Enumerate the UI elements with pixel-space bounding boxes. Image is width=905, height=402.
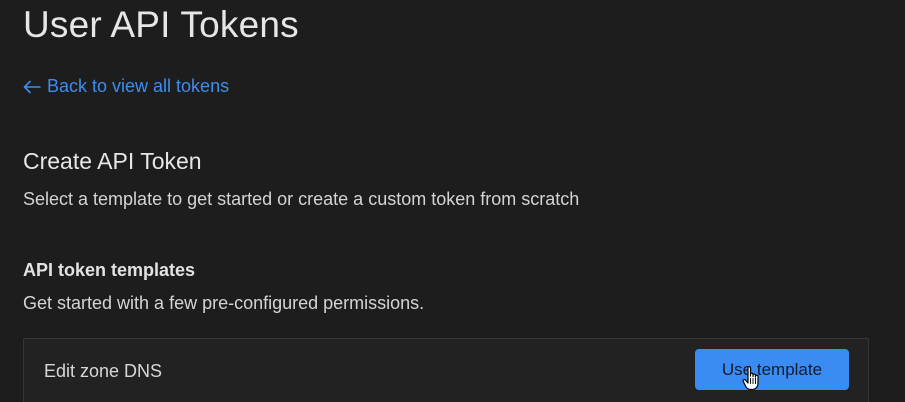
templates-title: API token templates — [23, 260, 196, 280]
template-name: Edit zone DNS — [44, 361, 163, 381]
template-row-edit-zone-dns: Edit zone DNS Use template — [23, 338, 869, 402]
page: User API Tokens Back to view all tokens … — [0, 0, 905, 402]
create-token-description: Select a template to get started or crea… — [23, 189, 580, 209]
use-template-button[interactable]: Use template — [695, 349, 849, 390]
create-token-title: Create API Token — [23, 148, 202, 174]
back-link-label: Back to view all tokens — [47, 76, 230, 96]
arrow-left-icon — [23, 80, 41, 93]
templates-description: Get started with a few pre-configured pe… — [23, 293, 425, 313]
page-title: User API Tokens — [23, 4, 299, 45]
back-to-tokens-link[interactable]: Back to view all tokens — [23, 76, 229, 97]
